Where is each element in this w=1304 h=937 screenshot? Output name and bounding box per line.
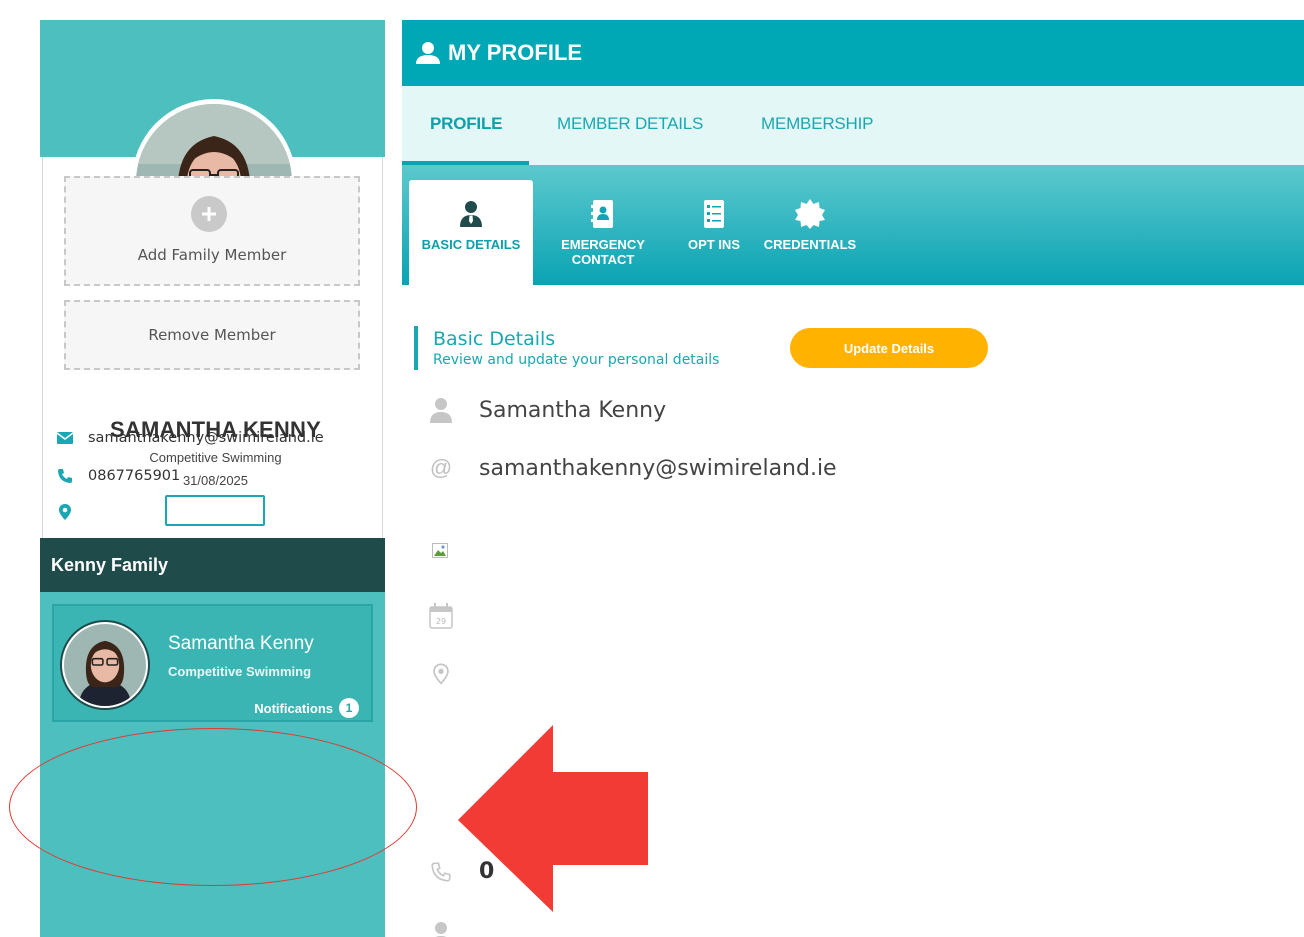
add-family-member-label: Add Family Member [137,246,287,264]
detail-phone-row: 0 [426,859,494,884]
notifications-label: Notifications [254,700,333,716]
subtab-label: CREDENTIALS [763,237,857,252]
member-notifications[interactable]: Notifications 1 [254,698,359,718]
notifications-count-badge: 1 [339,698,359,718]
profile-discipline: Competitive Swimming [149,450,282,465]
profile-empty-field[interactable] [165,495,265,526]
remove-member-button[interactable]: Remove Member [64,300,360,370]
person-tie-icon [460,200,482,228]
subtab-label-line2: CONTACT [571,252,635,267]
at-sign-icon: @ [429,455,453,480]
subtab-label: BASIC DETAILS [421,237,521,252]
envelope-icon [55,432,75,444]
subtab-basic-details[interactable]: BASIC DETAILS [409,180,533,285]
section-accent-bar [414,326,418,370]
family-header: Kenny Family [40,538,385,592]
section-title: Basic Details [433,328,556,350]
map-pin-icon [55,504,75,520]
member-name: Samantha Kenny [168,633,314,654]
subtab-credentials[interactable]: CREDENTIALS [758,180,862,285]
subtab-label: OPT INS [687,237,740,252]
detail-phone: 0 [479,859,495,884]
badge-icon [795,199,825,229]
contact-email-row: samanthakenny@swimireland.ie [55,430,324,446]
page-header: MY PROFILE [402,20,1304,86]
update-details-button[interactable]: Update Details [790,328,988,368]
subtab-opt-ins[interactable]: OPT INS [674,180,754,285]
phone-icon [426,861,456,883]
remove-member-label: Remove Member [148,326,276,344]
broken-image-icon [426,543,456,559]
contact-location-row [55,504,88,520]
person-icon [426,397,456,423]
phone-icon [55,468,75,484]
detail-address-row [426,663,456,685]
detail-dob-row: 29 [426,603,456,629]
detail-email: samanthakenny@swimireland.ie [479,455,837,481]
detail-name: Samantha Kenny [479,397,667,423]
checklist-icon [704,200,724,228]
calendar-icon: 29 [426,603,456,629]
basic-details-content: Basic Details Review and update your per… [402,285,1304,937]
user-icon [416,42,440,64]
subtab-emergency-contact[interactable]: EMERGENCY CONTACT [547,180,659,285]
main-panel: MY PROFILE PROFILE MEMBER DETAILS MEMBER… [402,20,1304,937]
calendar-day: 29 [436,617,446,626]
contact-book-icon [591,200,615,228]
profile-sidebar: SAMANTHA KENNY Competitive Swimming 31/0… [40,20,385,937]
subtab-label: EMERGENCY [561,237,645,252]
contact-email[interactable]: samanthakenny@swimireland.ie [88,430,324,446]
member-avatar [64,624,146,706]
contact-phone[interactable]: 0867765901 [88,468,180,484]
section-subtitle: Review and update your personal details [433,352,720,368]
add-family-member-button[interactable]: Add Family Member [64,176,360,286]
member-discipline: Competitive Swimming [168,664,312,679]
tab-profile[interactable]: PROFILE [430,114,502,134]
plus-icon [191,196,227,232]
person-icon [426,921,456,937]
map-pin-icon [426,663,456,685]
family-member-card[interactable]: Samantha Kenny Competitive Swimming Noti… [52,604,373,722]
family-panel: Samantha Kenny Competitive Swimming Noti… [40,592,385,937]
detail-name-row: Samantha Kenny [426,397,666,423]
tab-member-details[interactable]: MEMBER DETAILS [557,114,703,134]
detail-contact-row [426,921,456,937]
profile-subtabs: BASIC DETAILS EMERGENCY CONTACT OPT INS … [402,165,1304,285]
page-title: MY PROFILE [448,40,583,65]
profile-tabs: PROFILE MEMBER DETAILS MEMBERSHIP [402,86,1304,165]
detail-photo-row [426,543,456,559]
tab-membership[interactable]: MEMBERSHIP [761,114,873,134]
detail-email-row: @ samanthakenny@swimireland.ie [426,455,837,481]
contact-phone-row: 0867765901 [55,468,180,484]
